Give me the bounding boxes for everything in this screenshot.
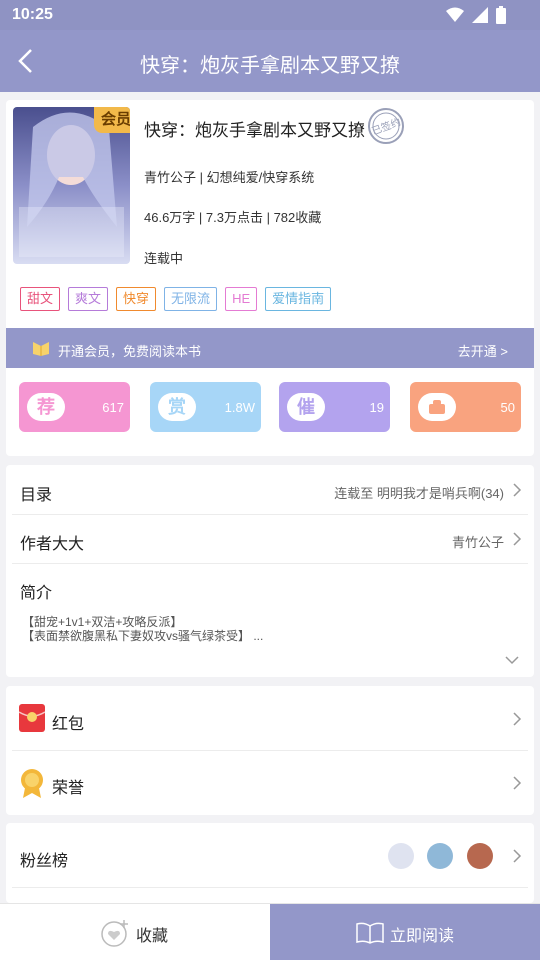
tag[interactable]: 甜文	[20, 287, 61, 311]
favorite-label: 收藏	[136, 928, 169, 945]
signal-icon	[472, 7, 488, 23]
chevron-right-icon	[513, 849, 522, 863]
title-bar: 快穿：炮灰手拿剧本又野又撩	[0, 30, 540, 92]
fan-ranking-label: 粉丝榜	[20, 853, 69, 870]
intro-line-2: 【表面禁欲腹黑私下妻奴攻vs骚气绿茶受】 ...	[22, 629, 264, 643]
book-stats: 46.6万字 | 7.3万点击 | 782收藏	[144, 210, 322, 225]
chevron-right-icon	[513, 712, 522, 726]
fans-card: 粉丝榜	[6, 823, 534, 903]
honor-row[interactable]: 荣誉	[6, 758, 534, 808]
red-packet-row[interactable]: 红包	[6, 694, 534, 744]
divider	[12, 887, 528, 888]
fan-ranking-row[interactable]: 粉丝榜	[6, 831, 534, 881]
author-row[interactable]: 作者大大 青竹公子	[6, 514, 534, 563]
chevron-right-icon	[513, 483, 522, 497]
status-time: 10:25	[12, 6, 53, 23]
chevron-right-icon	[513, 532, 522, 546]
red-packet-icon	[19, 704, 45, 732]
signed-stamp-icon: 已签约	[368, 108, 404, 144]
tag-list: 甜文 爽文 快穿 无限流 HE 爱情指南	[20, 287, 332, 311]
detail-card: 目录 连载至 明明我才是哨兵啊(34) 作者大大 青竹公子 简介 【甜宠+1v1…	[6, 465, 534, 677]
recommend-button[interactable]: 荐 617	[19, 382, 130, 432]
gift-count: 50	[500, 400, 515, 415]
reward-icon: 赏	[158, 393, 196, 421]
read-now-button[interactable]: 立即阅读	[270, 904, 540, 960]
vip-bar-label: 开通会员，免费阅读本书	[58, 344, 202, 359]
avatar	[388, 843, 414, 869]
reward-count: 1.8W	[224, 400, 255, 415]
author-name: 青竹公子	[451, 535, 504, 550]
urge-count: 19	[369, 400, 384, 415]
divider	[12, 750, 528, 751]
gift-button[interactable]: 50	[410, 382, 521, 432]
intro-row: 简介	[6, 563, 534, 612]
bottom-action-bar: 收藏 立即阅读	[0, 903, 540, 960]
vip-card-icon	[33, 342, 49, 356]
vip-badge: 会员	[94, 107, 130, 133]
reward-button[interactable]: 赏 1.8W	[150, 382, 261, 432]
recommend-count: 617	[102, 400, 124, 415]
avatar	[427, 843, 453, 869]
author-label: 作者大大	[20, 536, 85, 553]
favorite-button[interactable]: 收藏	[0, 904, 270, 960]
gift-icon	[418, 393, 456, 421]
intro-label: 简介	[20, 585, 53, 602]
page-title: 快穿：炮灰手拿剧本又野又撩	[140, 55, 400, 77]
urge-button[interactable]: 催 19	[279, 382, 390, 432]
toc-label: 目录	[20, 487, 53, 504]
avatar	[467, 843, 493, 869]
read-now-label: 立即阅读	[390, 928, 455, 945]
action-buttons: 荐 617 赏 1.8W 催 19 50	[6, 382, 534, 432]
honor-label: 荣誉	[52, 780, 85, 797]
vip-open-link[interactable]: 去开通 >	[458, 341, 508, 360]
heart-add-icon	[101, 920, 128, 947]
status-bar: 10:25	[0, 0, 540, 30]
battery-icon	[496, 6, 506, 24]
red-packet-label: 红包	[52, 716, 85, 733]
chevron-right-icon	[513, 776, 522, 790]
tag[interactable]: 爱情指南	[265, 287, 332, 311]
book-open-icon	[356, 922, 384, 944]
chevron-down-icon[interactable]	[504, 655, 520, 665]
tag[interactable]: HE	[225, 287, 258, 311]
honor-medal-icon	[21, 769, 43, 798]
tag[interactable]: 爽文	[68, 287, 109, 311]
urge-icon: 催	[287, 393, 325, 421]
rewards-card: 红包 荣誉	[6, 686, 534, 815]
recommend-icon: 荐	[27, 393, 65, 421]
toc-latest-chapter: 连载至 明明我才是哨兵啊(34)	[334, 486, 504, 501]
toc-row[interactable]: 目录 连载至 明明我才是哨兵啊(34)	[6, 465, 534, 514]
book-status: 连载中	[144, 251, 184, 266]
tag[interactable]: 快穿	[116, 287, 157, 311]
tag[interactable]: 无限流	[164, 287, 218, 311]
book-title: 快穿：炮灰手拿剧本又野又撩	[144, 121, 365, 140]
book-info-card: 会员 快穿：炮灰手拿剧本又野又撩 已签约 青竹公子 | 幻想纯爱/快穿系统 46…	[6, 100, 534, 456]
book-cover[interactable]: 会员	[13, 107, 130, 264]
wifi-icon	[446, 7, 464, 22]
author-genre: 青竹公子 | 幻想纯爱/快穿系统	[144, 170, 315, 185]
intro-line-1: 【甜宠+1v1+双洁+攻略反派】	[22, 615, 183, 629]
vip-membership-bar[interactable]: 开通会员，免费阅读本书 去开通 >	[6, 328, 534, 368]
